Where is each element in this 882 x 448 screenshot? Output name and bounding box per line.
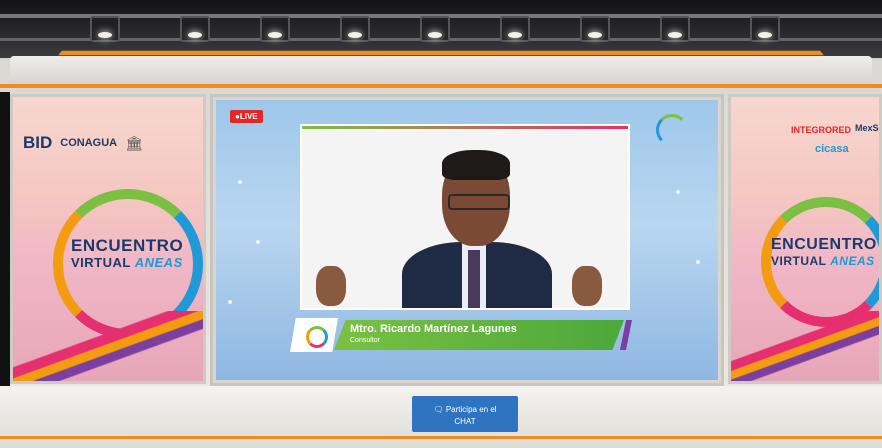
virtual-stage: BID CONAGUA 🏛 ENCUENTRO VIRTUAL ANEAS ●L… xyxy=(0,0,882,448)
speaker-hand xyxy=(572,266,602,306)
speaker-glasses xyxy=(448,194,510,210)
stage-light-icon xyxy=(750,16,780,42)
event-title-line2: VIRTUAL xyxy=(71,255,131,270)
speaker-role: Consultor xyxy=(350,337,380,344)
event-logo-icon xyxy=(290,318,338,352)
chat-button[interactable]: 🗨 Participa en el CHAT xyxy=(412,396,518,432)
event-title-line2-row: VIRTUAL ANEAS xyxy=(771,255,877,267)
decorative-stripes xyxy=(13,311,203,381)
event-title-line1: ENCUENTRO xyxy=(771,236,877,253)
decorative-stripes xyxy=(731,311,879,381)
chat-icon: 🗨 xyxy=(433,405,444,414)
speaker-hair xyxy=(442,150,510,180)
speaker-video[interactable] xyxy=(300,124,630,310)
speaker-tie xyxy=(468,250,480,308)
bid-logo: BID xyxy=(23,133,53,152)
left-banner-panel: BID CONAGUA 🏛 ENCUENTRO VIRTUAL ANEAS xyxy=(10,94,206,384)
speaker-name: Mtro. Ricardo Martínez Lagunes xyxy=(350,323,517,335)
chat-button-label-line2: CHAT xyxy=(454,417,476,426)
sponsor-logo-row: BID CONAGUA 🏛 xyxy=(23,133,143,153)
sparkle xyxy=(696,260,700,264)
sparkle xyxy=(676,190,680,194)
left-edge xyxy=(0,92,10,392)
sparkle xyxy=(256,240,260,244)
sponsor-logo-mexso: MexSo xyxy=(855,123,882,133)
stage-light-icon xyxy=(340,16,370,42)
event-title-line1: ENCUENTRO xyxy=(71,236,184,255)
event-title: ENCUENTRO VIRTUAL ANEAS xyxy=(71,237,183,269)
speaker-figure xyxy=(316,146,602,308)
unesco-logo-icon: 🏛 xyxy=(125,134,143,151)
stage-light-icon xyxy=(90,16,120,42)
orange-trim xyxy=(0,84,882,88)
event-ring-icon xyxy=(306,326,328,348)
stage-light-icon xyxy=(180,16,210,42)
event-title: ENCUENTRO VIRTUAL ANEAS xyxy=(771,236,877,268)
stage-arch xyxy=(10,56,872,86)
chat-button-line1-row: 🗨 Participa en el xyxy=(412,404,518,416)
stage-light-icon xyxy=(500,16,530,42)
stage-light-icon xyxy=(420,16,450,42)
sparkle xyxy=(238,180,242,184)
stage-light-icon xyxy=(660,16,690,42)
chat-button-label-line1: Participa en el xyxy=(445,405,497,414)
sponsor-logo-cicasa: cicasa xyxy=(815,143,849,155)
live-badge: ●LIVE xyxy=(230,110,263,123)
orange-trim xyxy=(0,436,882,439)
event-title-brand: ANEAS xyxy=(830,254,875,268)
sponsor-logo-integrored: INTEGRORED xyxy=(791,125,852,135)
ceiling-rig xyxy=(0,0,882,58)
main-screen: ●LIVE Mtro. Ricardo Martínez Lagunes Con… xyxy=(216,100,718,380)
speaker-hand xyxy=(316,266,346,306)
event-title-line2-row: VIRTUAL ANEAS xyxy=(71,256,183,269)
stage-light-icon xyxy=(260,16,290,42)
event-title-line2: VIRTUAL xyxy=(771,254,827,268)
orange-trim xyxy=(58,50,824,56)
event-title-brand: ANEAS xyxy=(134,255,183,270)
event-swirl-icon xyxy=(656,114,688,146)
right-banner-panel: INTEGRORED MexSo cicasa ENCUENTRO VIRTUA… xyxy=(728,94,882,384)
sparkle xyxy=(228,300,232,304)
conagua-logo: CONAGUA xyxy=(60,137,118,149)
speaker-lower-third: Mtro. Ricardo Martínez Lagunes Consultor xyxy=(290,318,632,352)
stage-light-icon xyxy=(580,16,610,42)
